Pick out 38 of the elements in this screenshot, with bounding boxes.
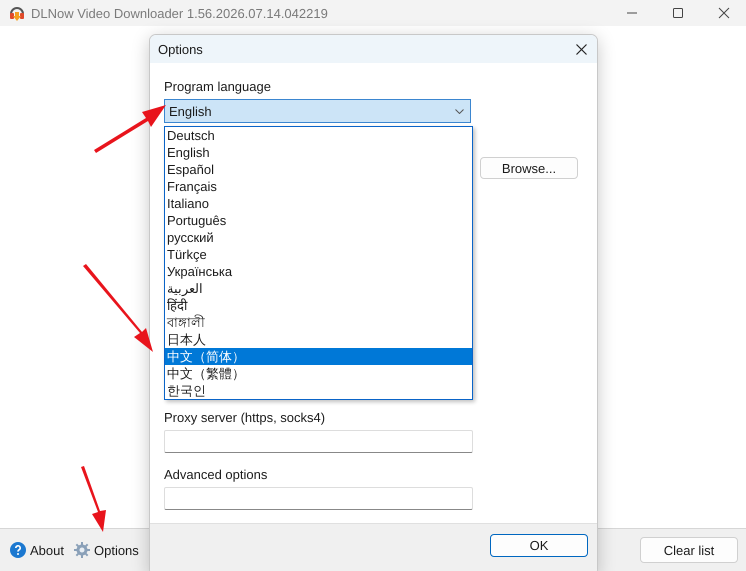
proxy-field[interactable] bbox=[164, 430, 473, 453]
language-option[interactable]: Українська bbox=[165, 263, 472, 280]
language-option[interactable]: Deutsch bbox=[165, 127, 472, 144]
field-label: Advanced options bbox=[164, 467, 268, 482]
browse-button[interactable]: Browse... bbox=[480, 157, 578, 179]
field-label: Proxy server (https, socks4) bbox=[164, 410, 326, 425]
language-option[interactable]: 日本人 bbox=[165, 331, 472, 348]
language-option[interactable]: বাঙ্গালী bbox=[165, 314, 472, 331]
language-option[interactable]: العربية bbox=[165, 280, 472, 297]
language-option[interactable]: English bbox=[165, 144, 472, 161]
maximize-icon[interactable] bbox=[672, 7, 684, 19]
close-icon[interactable] bbox=[576, 44, 587, 54]
window-title: DLNow Video Downloader 1.56.2026.07.14.042219 bbox=[31, 6, 328, 20]
options-button[interactable]: Options bbox=[72, 540, 141, 560]
language-option[interactable]: हिंदी bbox=[165, 297, 472, 314]
language-option[interactable]: 中文（繁體） bbox=[165, 365, 472, 382]
clear-list-button[interactable]: Clear list bbox=[640, 537, 738, 563]
dialog-title: Options bbox=[158, 42, 203, 56]
field-label: Program language bbox=[164, 79, 271, 94]
language-dropdown[interactable]: English bbox=[164, 99, 471, 123]
language-option[interactable]: Español bbox=[165, 161, 472, 178]
chevron-down-icon bbox=[455, 108, 464, 114]
arrow bbox=[81, 466, 106, 532]
arrow bbox=[94, 105, 166, 153]
language-option[interactable]: Français bbox=[165, 178, 472, 195]
advanced-options-field[interactable] bbox=[164, 487, 473, 510]
ok-button[interactable]: OK bbox=[490, 534, 588, 557]
language-option[interactable]: Português bbox=[165, 212, 472, 229]
gear-icon bbox=[74, 542, 90, 558]
about-button[interactable]: About bbox=[8, 540, 66, 560]
close-icon[interactable] bbox=[718, 7, 730, 19]
language-option[interactable]: 한국인 bbox=[165, 382, 472, 399]
headphones-icon bbox=[8, 4, 26, 22]
language-option[interactable]: русский bbox=[165, 229, 472, 246]
language-option[interactable]: 中文（简体） bbox=[165, 348, 472, 365]
language-option[interactable]: Türkçe bbox=[165, 246, 472, 263]
help-icon bbox=[10, 542, 26, 558]
language-option[interactable]: Italiano bbox=[165, 195, 472, 212]
